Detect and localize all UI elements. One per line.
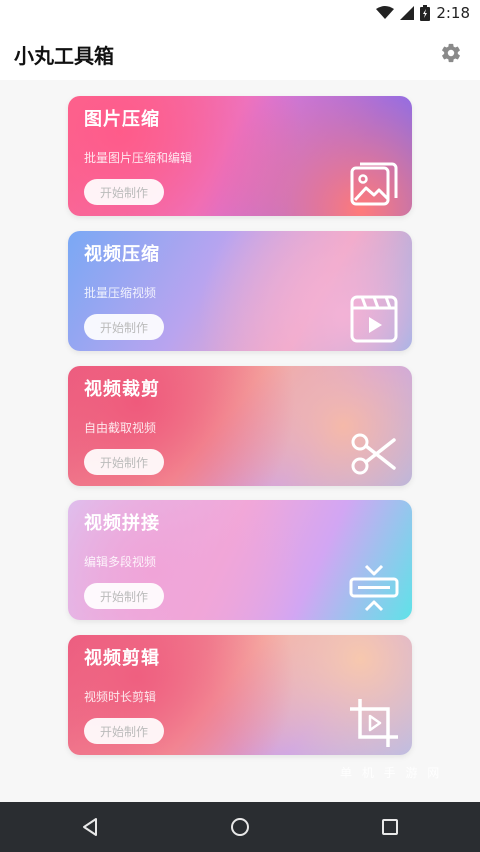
card-video-trim[interactable]: 视频裁剪 自由截取视频 开始制作 — [68, 366, 412, 486]
card-title: 视频剪辑 — [84, 648, 160, 669]
nav-back-button[interactable] — [78, 815, 102, 839]
signal-icon — [400, 6, 415, 20]
status-icons: 2:18 — [376, 3, 470, 23]
crop-play-icon — [350, 699, 398, 747]
card-title: 视频拼接 — [84, 513, 160, 534]
status-time: 2:18 — [436, 4, 470, 22]
nav-recents-button[interactable] — [378, 815, 402, 839]
card-video-compress[interactable]: 视频压缩 批量压缩视频 开始制作 — [68, 231, 412, 351]
card-title: 图片压缩 — [84, 109, 160, 130]
card-description: 批量图片压缩和编辑 — [84, 151, 193, 165]
app-title: 小丸工具箱 — [14, 44, 114, 68]
image-gallery-icon — [350, 162, 398, 206]
nav-bar — [0, 802, 480, 852]
card-image-compress[interactable]: 图片压缩 批量图片压缩和编辑 开始制作 — [68, 96, 412, 216]
start-button[interactable]: 开始制作 — [84, 314, 164, 340]
card-video-edit[interactable]: 视频剪辑 视频时长剪辑 开始制作 — [68, 635, 412, 755]
watermark: 单 机 手 游 网 — [340, 766, 443, 780]
card-description: 批量压缩视频 — [84, 286, 157, 300]
video-player-icon — [350, 295, 398, 343]
scissors-icon — [351, 433, 396, 475]
gear-icon — [442, 43, 460, 63]
start-button[interactable]: 开始制作 — [84, 583, 164, 609]
card-title: 视频压缩 — [84, 244, 160, 265]
status-bar: 2:18 — [0, 0, 480, 26]
card-description: 自由截取视频 — [84, 421, 157, 435]
back-triangle-icon — [83, 818, 97, 836]
card-video-merge[interactable]: 视频拼接 编辑多段视频 开始制作 — [68, 500, 412, 620]
start-button[interactable]: 开始制作 — [84, 179, 164, 205]
wifi-icon — [376, 6, 395, 19]
app-bar: 小丸工具箱 — [0, 26, 480, 80]
card-description: 编辑多段视频 — [84, 555, 157, 569]
settings-button[interactable] — [438, 40, 464, 66]
card-description: 视频时长剪辑 — [84, 690, 157, 704]
start-button[interactable]: 开始制作 — [84, 718, 164, 744]
card-title: 视频裁剪 — [84, 379, 160, 400]
start-button[interactable]: 开始制作 — [84, 449, 164, 475]
battery-icon — [420, 5, 431, 21]
recents-square-icon — [382, 819, 398, 835]
home-circle-icon — [231, 818, 249, 836]
nav-home-button[interactable] — [228, 815, 252, 839]
merge-icon — [349, 564, 399, 612]
